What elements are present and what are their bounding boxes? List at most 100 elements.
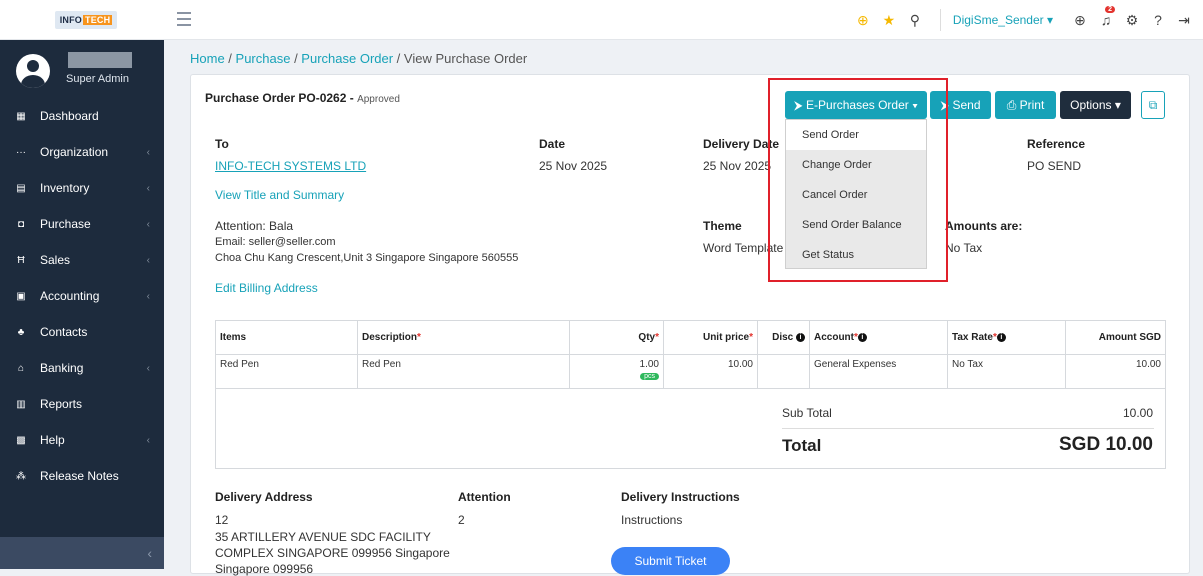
print-button[interactable]: ⎙ Print xyxy=(995,91,1056,119)
breadcrumb-home[interactable]: Home xyxy=(190,51,225,66)
sidebar-item-label: Sales xyxy=(40,253,71,267)
sidebar-item-banking[interactable]: ⌂ Banking ‹ xyxy=(0,350,164,386)
sidebar-item-organization[interactable]: ··· Organization ‹ xyxy=(0,134,164,170)
help-circle-icon[interactable]: ? xyxy=(1147,12,1169,28)
sidebar-item-label: Release Notes xyxy=(40,469,119,483)
cell-item: Red Pen xyxy=(215,354,358,389)
info-icon: i xyxy=(796,332,805,342)
cell-qty: 1.00 pcs xyxy=(569,354,664,389)
attention-value: 2 xyxy=(458,513,465,527)
amounts-label: Amounts are: xyxy=(945,219,1023,233)
cell-description: Red Pen xyxy=(357,354,570,389)
col-tax-rate: Tax Rate* i xyxy=(947,320,1066,355)
chevron-left-icon: ‹ xyxy=(146,218,150,230)
reports-icon: ▥ xyxy=(16,398,26,410)
sidebar-item-label: Purchase xyxy=(40,217,91,231)
user-role: Super Admin xyxy=(66,73,129,85)
dashboard-icon: ▦ xyxy=(16,110,26,122)
bag-icon: ◘ xyxy=(17,218,25,230)
sidebar-collapse-button[interactable]: ‹ xyxy=(0,537,164,569)
chevron-left-icon: ‹ xyxy=(146,290,150,302)
col-description: Description* xyxy=(357,320,570,355)
info-icon: i xyxy=(996,332,1006,342)
chevron-left-icon: ‹ xyxy=(146,362,150,374)
sidebar-item-contacts[interactable]: ♣ Contacts xyxy=(0,314,164,350)
menu-toggle-icon[interactable] xyxy=(177,12,191,30)
delivery-address-line: 35 ARTILLERY AVENUE SDC FACILITY xyxy=(215,530,431,544)
items-table: Items Description* Qty* Unit price* Disc… xyxy=(215,320,1166,389)
delivery-address-label: Delivery Address xyxy=(215,490,313,504)
cell-disc xyxy=(757,354,810,389)
supplier-link[interactable]: INFO-TECH SYSTEMS LTD xyxy=(215,159,366,173)
sidebar: Super Admin ▦ Dashboard ··· Organization ‹ ▤ I… xyxy=(0,40,164,569)
delivery-address-line: 12 xyxy=(215,513,229,527)
settings-icon[interactable]: ⚙ xyxy=(1121,12,1143,29)
delivery-address-line: COMPLEX SINGAPORE 099956 Singapore xyxy=(215,546,450,560)
view-title-summary-link[interactable]: View Title and Summary xyxy=(215,188,344,202)
col-items: Items xyxy=(215,320,358,355)
totals-box: Sub Total 10.00 Total SGD 10.00 xyxy=(215,388,1166,469)
total-value: SGD 10.00 xyxy=(1059,434,1153,455)
total-label: Total xyxy=(782,436,822,455)
subtotal-label: Sub Total xyxy=(782,406,832,420)
sidebar-item-sales[interactable]: Ħ Sales ‹ xyxy=(0,242,164,278)
inventory-icon: ▤ xyxy=(16,182,26,194)
table-row[interactable]: Red Pen Red Pen 1.00 pcs 10.00 General Ex… xyxy=(215,354,1166,389)
copy-icon[interactable]: ⧉ xyxy=(1141,91,1165,119)
highlight-box xyxy=(768,78,948,282)
sidebar-item-release-notes[interactable]: ⁂ Release Notes xyxy=(0,458,164,494)
globe-icon[interactable]: ⊕ xyxy=(1069,12,1091,29)
chevron-left-icon: ‹ xyxy=(146,254,150,266)
reference-label: Reference xyxy=(1027,137,1086,151)
chevron-left-icon: ‹ xyxy=(146,434,150,446)
subtotal-value: 10.00 xyxy=(1122,406,1153,420)
search-icon[interactable]: ⚲ xyxy=(904,12,926,29)
delivery-date-value: 25 Nov 2025 xyxy=(703,159,772,173)
date-value: 25 Nov 2025 xyxy=(539,159,608,173)
accounting-icon: ▣ xyxy=(16,290,26,302)
options-button[interactable]: Options ▾ xyxy=(1060,91,1131,119)
chevron-left-icon: ‹ xyxy=(146,182,150,194)
add-circle-icon[interactable]: ⊕ xyxy=(852,12,874,29)
amounts-value: No Tax xyxy=(945,241,983,255)
sidebar-item-dashboard[interactable]: ▦ Dashboard xyxy=(0,98,164,134)
star-icon[interactable]: ★ xyxy=(878,12,900,29)
purchase-order-card: Purchase Order PO-0262 - Approved ⮞ E-Pu… xyxy=(190,74,1190,576)
attention-label: Attention xyxy=(458,490,511,504)
top-bar: INFO TECH ⊕ ★ ⚲ DigiSme_Sender ▾ ⊕ ♫ 2 ⚙ ?… xyxy=(0,0,1203,40)
edit-billing-address-link[interactable]: Edit Billing Address xyxy=(215,281,318,295)
page-title: Purchase Order PO-0262 - Approved xyxy=(205,91,400,105)
sidebar-item-label: Dashboard xyxy=(40,109,99,123)
sidebar-item-accounting[interactable]: ▣ Accounting ‹ xyxy=(0,278,164,314)
sidebar-item-inventory[interactable]: ▤ Inventory ‹ xyxy=(0,170,164,206)
cell-amount: 10.00 xyxy=(1065,354,1166,389)
submit-ticket-button[interactable]: Submit Ticket xyxy=(611,547,730,575)
contacts-icon: ♣ xyxy=(17,326,25,338)
avatar[interactable] xyxy=(16,54,50,88)
sidebar-item-label: Contacts xyxy=(40,325,88,339)
sidebar-item-reports[interactable]: ▥ Reports xyxy=(0,386,164,422)
notes-icon: ⁂ xyxy=(16,470,26,482)
app-logo[interactable]: INFO TECH xyxy=(55,11,117,29)
theme-label: Theme xyxy=(703,219,742,233)
sidebar-item-help[interactable]: ▩ Help ‹ xyxy=(0,422,164,458)
logout-icon[interactable]: ⇥ xyxy=(1173,12,1195,29)
sidebar-item-label: Inventory xyxy=(40,181,90,195)
user-menu[interactable]: DigiSme_Sender ▾ xyxy=(939,9,1053,31)
attention-text: Attention: Bala xyxy=(215,219,294,233)
sidebar-nav: ▦ Dashboard ··· Organization ‹ ▤ Inventory ‹ ◘ Pu… xyxy=(0,98,164,494)
notification-bell-icon[interactable]: ♫ 2 xyxy=(1095,6,1117,28)
breadcrumb-purchase[interactable]: Purchase xyxy=(236,51,291,66)
sidebar-item-purchase[interactable]: ◘ Purchase ‹ xyxy=(0,206,164,242)
sidebar-item-label: Accounting xyxy=(40,289,100,303)
delivery-instructions-value: Instructions xyxy=(621,513,683,527)
col-qty: Qty* xyxy=(569,320,664,355)
col-unit-price: Unit price* xyxy=(663,320,758,355)
cell-tax: No Tax xyxy=(947,354,1066,389)
breadcrumb-purchase-order[interactable]: Purchase Order xyxy=(301,51,393,66)
to-label: To xyxy=(215,137,229,151)
chevron-left-icon: ‹ xyxy=(146,146,150,158)
unit-badge: pcs xyxy=(640,373,659,380)
help-icon: ▩ xyxy=(16,434,26,446)
breadcrumb: Home / Purchase / Purchase Order / View … xyxy=(190,51,528,66)
